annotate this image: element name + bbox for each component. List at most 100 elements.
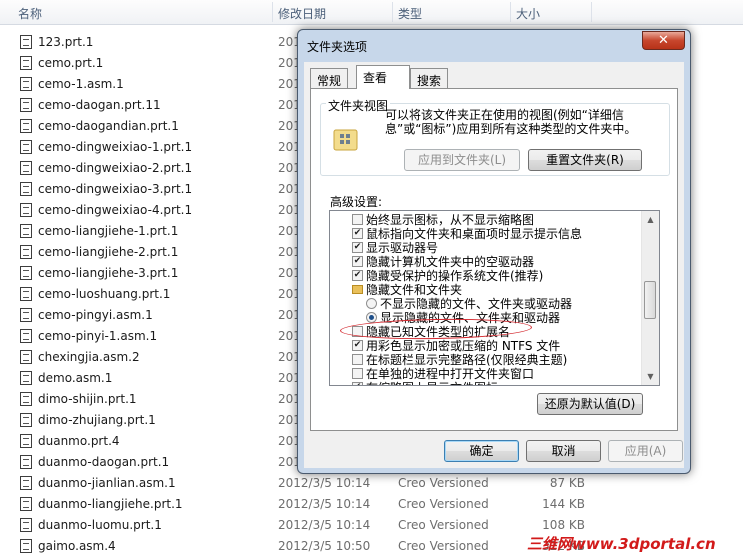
tree-scrollbar[interactable]: ▲ ▼ <box>641 211 659 385</box>
file-row[interactable]: duanmo-liangjiehe.prt.1 2012/3/5 10:14 Cre… <box>0 494 743 515</box>
file-name: cemo-pinyi-1.asm.1 <box>38 329 158 343</box>
apply-to-folders-button[interactable]: 应用到文件夹(L) <box>404 149 520 171</box>
file-date: 2012/3/5 10:50 <box>278 539 371 553</box>
setting-label: 在缩略图上显示文件图标 <box>366 381 498 385</box>
checkbox[interactable] <box>352 214 363 225</box>
scroll-thumb[interactable] <box>644 281 656 319</box>
checkbox[interactable]: ✔ <box>352 270 363 281</box>
setting-label: 不显示隐藏的文件、文件夹或驱动器 <box>380 297 573 311</box>
folder-view-group: 文件夹视图 可以将该文件夹正在使用的视图(例如“详细信息”或“图标”)应用到所有… <box>320 97 670 176</box>
column-type[interactable]: 类型 <box>398 5 422 22</box>
file-icon <box>20 224 32 238</box>
file-name: duanmo-daogan.prt.1 <box>38 455 170 469</box>
advanced-setting-row[interactable]: 不显示隐藏的文件、文件夹或驱动器 <box>330 297 642 311</box>
column-date[interactable]: 修改日期 <box>278 5 326 22</box>
file-type: Creo Versioned <box>398 497 489 511</box>
file-name: duanmo-jianlian.asm.1 <box>38 476 176 490</box>
advanced-setting-row[interactable]: ✔ 隐藏计算机文件夹中的空驱动器 <box>330 255 642 269</box>
file-name: cemo-luoshuang.prt.1 <box>38 287 171 301</box>
dialog-body: 常规 查看 搜索 文件夹视图 可以将该文件夹正在使用的视图(例如“详细信息”或“… <box>304 62 684 468</box>
file-name: duanmo-liangjiehe.prt.1 <box>38 497 183 511</box>
column-header: 名称 修改日期 类型 大小 <box>0 0 743 25</box>
advanced-settings-tree: 始终显示图标，从不显示缩略图 ✔ 鼠标指向文件夹和桌面项时显示提示信息 ✔ 显示驱动器号… <box>329 210 660 386</box>
advanced-setting-row[interactable]: ✔ 用彩色显示加密或压缩的 NTFS 文件 <box>330 339 642 353</box>
file-icon <box>20 539 32 553</box>
file-icon <box>20 308 32 322</box>
file-size: 87 KB <box>549 476 585 490</box>
file-icon <box>20 203 32 217</box>
folder-options-dialog: 文件夹选项 ✕ 常规 查看 搜索 文件夹视图 可以将该文件夹正在使用的视图(例如… <box>297 29 691 474</box>
file-name: cemo.prt.1 <box>38 56 104 70</box>
checkbox[interactable]: ✔ <box>352 242 363 253</box>
file-name: cemo-daogan.prt.11 <box>38 98 161 112</box>
ok-button[interactable]: 确定 <box>444 440 519 462</box>
advanced-setting-row[interactable]: ✔ 显示驱动器号 <box>330 241 642 255</box>
tab-search[interactable]: 搜索 <box>410 68 449 88</box>
setting-label: 始终显示图标，从不显示缩略图 <box>366 213 535 227</box>
cancel-button[interactable]: 取消 <box>526 440 601 462</box>
close-button[interactable]: ✕ <box>642 31 685 50</box>
view-tab-panel: 文件夹视图 可以将该文件夹正在使用的视图(例如“详细信息”或“图标”)应用到所有… <box>310 88 678 431</box>
radio-button[interactable] <box>366 298 377 309</box>
scroll-up-icon[interactable]: ▲ <box>642 211 659 228</box>
file-type: Creo Versioned <box>398 518 489 532</box>
file-name: cemo-dingweixiao-2.prt.1 <box>38 161 193 175</box>
column-separator[interactable] <box>510 2 511 22</box>
file-name: cemo-dingweixiao-1.prt.1 <box>38 140 193 154</box>
advanced-setting-row[interactable]: ✔ 隐藏受保护的操作系统文件(推荐) <box>330 269 642 283</box>
advanced-setting-row[interactable]: ✔在缩略图上显示文件图标 <box>330 381 642 385</box>
tab-general[interactable]: 常规 <box>310 68 349 88</box>
file-icon <box>20 56 32 70</box>
file-icon <box>20 455 32 469</box>
setting-label: 隐藏计算机文件夹中的空驱动器 <box>366 255 535 269</box>
advanced-setting-row[interactable]: 在单独的进程中打开文件夹窗口 <box>330 367 642 381</box>
column-separator[interactable] <box>272 2 273 22</box>
reset-folders-button[interactable]: 重置文件夹(R) <box>528 149 642 171</box>
file-icon <box>20 371 32 385</box>
checkbox[interactable] <box>352 354 363 365</box>
file-name: 123.prt.1 <box>38 35 94 49</box>
advanced-setting-row[interactable]: 始终显示图标，从不显示缩略图 <box>330 213 642 227</box>
folder-icon <box>352 285 363 294</box>
checkbox[interactable]: ✔ <box>352 228 363 239</box>
column-separator[interactable] <box>591 2 592 22</box>
setting-label: 在标题栏显示完整路径(仅限经典主题) <box>366 353 568 367</box>
file-row[interactable]: duanmo-jianlian.asm.1 2012/3/5 10:14 Creo … <box>0 473 743 494</box>
checkbox[interactable]: ✔ <box>352 256 363 267</box>
file-name: cemo-liangjiehe-1.prt.1 <box>38 224 179 238</box>
checkbox[interactable]: ✔ <box>352 340 363 351</box>
dialog-title: 文件夹选项 <box>307 40 368 54</box>
file-type: Creo Versioned <box>398 539 489 553</box>
column-size[interactable]: 大小 <box>516 5 540 22</box>
tab-view[interactable]: 查看 <box>356 65 410 89</box>
file-type: Creo Versioned <box>398 476 489 490</box>
checkbox[interactable]: ✔ <box>352 382 363 385</box>
file-name: cemo-1.asm.1 <box>38 77 124 91</box>
folder-view-icon <box>333 129 358 151</box>
setting-label: 隐藏文件和文件夹 <box>366 283 463 297</box>
tab-label: 常规 <box>317 74 342 88</box>
file-size: 144 KB <box>542 497 585 511</box>
apply-button[interactable]: 应用(A) <box>608 440 683 462</box>
file-icon <box>20 77 32 91</box>
file-icon <box>20 287 32 301</box>
file-icon <box>20 98 32 112</box>
file-icon <box>20 182 32 196</box>
folder-view-description: 可以将该文件夹正在使用的视图(例如“详细信息”或“图标”)应用到所有这种类型的文… <box>385 108 637 136</box>
file-name: cemo-liangjiehe-3.prt.1 <box>38 266 179 280</box>
file-icon <box>20 266 32 280</box>
file-name: cemo-daogandian.prt.1 <box>38 119 179 133</box>
watermark: 三维网www.3dportal.cn <box>527 535 716 553</box>
column-name[interactable]: 名称 <box>18 5 42 22</box>
column-separator[interactable] <box>392 2 393 22</box>
advanced-setting-row[interactable]: 隐藏文件和文件夹 <box>330 283 642 297</box>
scroll-down-icon[interactable]: ▼ <box>642 368 659 385</box>
advanced-setting-row[interactable]: ✔ 鼠标指向文件夹和桌面项时显示提示信息 <box>330 227 642 241</box>
restore-defaults-button[interactable]: 还原为默认值(D) <box>537 393 643 415</box>
file-icon <box>20 161 32 175</box>
file-date: 2012/3/5 10:14 <box>278 497 371 511</box>
advanced-setting-row[interactable]: 在标题栏显示完整路径(仅限经典主题) <box>330 353 642 367</box>
checkbox[interactable] <box>352 368 363 379</box>
file-icon <box>20 119 32 133</box>
file-icon <box>20 245 32 259</box>
